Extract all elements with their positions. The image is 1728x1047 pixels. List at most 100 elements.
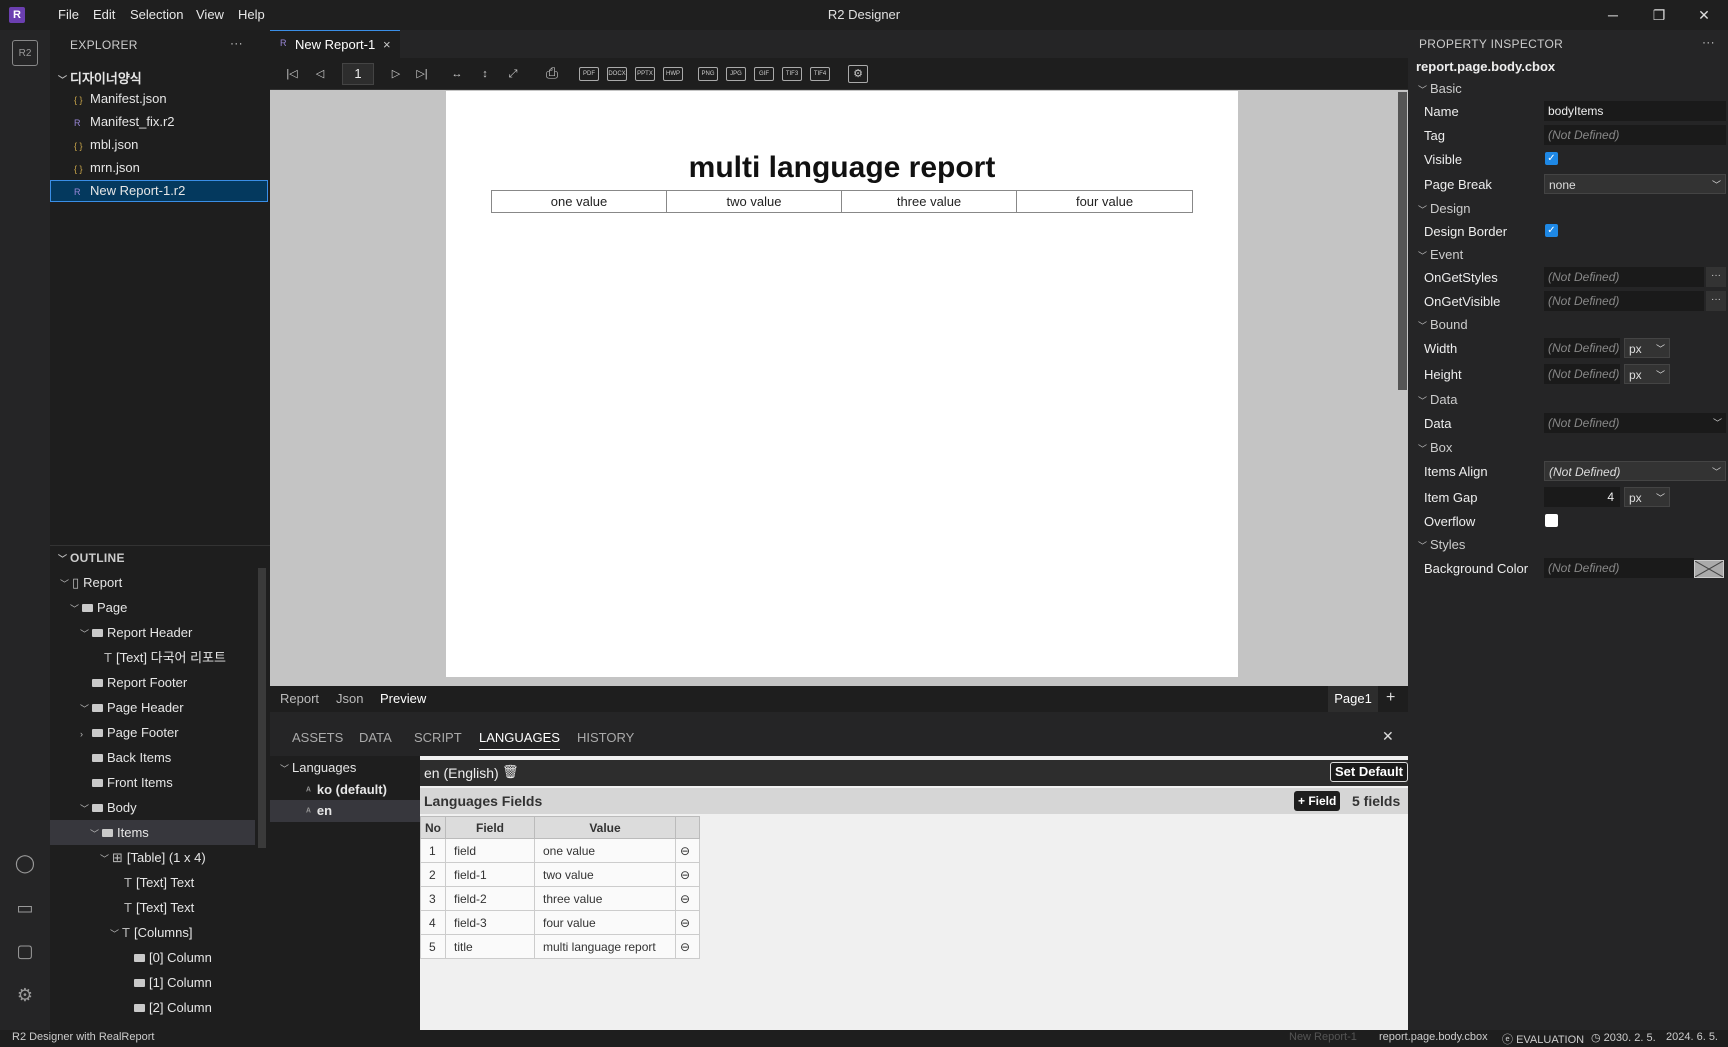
first-page-icon[interactable]: |◁ [284,64,300,84]
section-box[interactable]: ﹀ Box [1418,440,1452,460]
fit-height-icon[interactable]: ↕ [476,64,494,84]
inspector-more-icon[interactable]: ··· [1702,35,1715,49]
value-cell[interactable]: one value [534,838,676,863]
section-basic[interactable]: ﹀ Basic [1418,81,1462,101]
outline-item-selected[interactable]: ﹀ Items [50,820,255,845]
languages-root[interactable]: ﹀ Languages [280,760,356,775]
tab-history[interactable]: HISTORY [577,730,634,745]
table-row[interactable]: 2 field-1 two value ⊖ [420,862,700,887]
table-row[interactable]: 1 field one value ⊖ [420,838,700,863]
section-event[interactable]: ﹀ Event [1418,247,1463,267]
file-item[interactable]: { } Manifest.json [74,91,167,106]
remove-row-icon[interactable]: ⊖ [675,862,700,887]
tab-data[interactable]: DATA [359,730,392,745]
tab-page1[interactable]: Page1 [1328,686,1378,712]
table-row[interactable]: 3 field-2 three value ⊖ [420,886,700,911]
last-page-icon[interactable]: ▷| [412,64,432,84]
close-window-icon[interactable]: ✕ [1692,4,1716,26]
outline-item[interactable]: Front Items [50,770,255,795]
export-pdf-icon[interactable]: PDF [579,67,599,81]
export-tif3-icon[interactable]: TIF3 [782,67,802,81]
settings-icon[interactable]: ⚙ [848,65,868,83]
width-input[interactable]: (Not Defined) [1544,338,1620,358]
outline-item[interactable]: ﹀ Page Header [50,695,255,720]
outline-item[interactable]: T [Text] Text [50,895,255,920]
ongetstyles-input[interactable]: (Not Defined) [1544,267,1704,287]
height-input[interactable]: (Not Defined) [1544,364,1620,384]
ongetvisible-edit-button[interactable]: ··· [1706,291,1726,311]
gear-icon[interactable]: ⚙ [12,982,38,1008]
outline-item[interactable]: [2] Column [50,995,255,1020]
file-item[interactable]: R Manifest_fix.r2 [74,114,175,129]
next-page-icon[interactable]: ▷ [388,64,404,84]
outline-item[interactable]: › Page Footer [50,720,255,745]
field-cell[interactable]: title [445,934,535,959]
package-icon[interactable]: ▭ [12,895,38,921]
overflow-checkbox[interactable] [1545,514,1558,527]
value-cell[interactable]: three value [534,886,676,911]
outline-item[interactable]: [1] Column [50,970,255,995]
section-styles[interactable]: ﹀ Styles [1418,537,1465,557]
remove-row-icon[interactable]: ⊖ [675,838,700,863]
section-design[interactable]: ﹀ Design [1418,201,1470,221]
set-default-button[interactable]: Set Default [1330,762,1408,782]
explorer-folder[interactable]: ﹀ 디자이너양식 [58,68,142,87]
ongetstyles-edit-button[interactable]: ··· [1706,267,1726,287]
tab-script[interactable]: SCRIPT [414,730,462,745]
export-docx-icon[interactable]: DOCX [607,67,627,81]
restore-icon[interactable]: ❐ [1647,4,1671,26]
tab-json[interactable]: Json [336,691,363,706]
export-hwp-icon[interactable]: HWP [663,67,683,81]
value-cell[interactable]: multi language report [534,934,676,959]
file-item[interactable]: { } mrn.json [74,160,140,175]
outline-scrollbar[interactable] [258,568,266,848]
chat-icon[interactable]: ▢ [12,938,38,964]
tab-preview[interactable]: Preview [380,691,426,706]
ongetvisible-input[interactable]: (Not Defined) [1544,291,1704,311]
remove-row-icon[interactable]: ⊖ [675,934,700,959]
visible-checkbox[interactable]: ✓ [1545,152,1558,165]
minimize-icon[interactable]: ─ [1601,4,1625,26]
field-cell[interactable]: field [445,838,535,863]
data-select[interactable]: (Not Defined) ﹀ [1544,413,1726,433]
page-break-select[interactable]: none ﹀ [1544,174,1726,194]
value-cell[interactable]: four value [534,910,676,935]
field-cell[interactable]: field-3 [445,910,535,935]
export-pptx-icon[interactable]: PPTX [635,67,655,81]
width-unit-select[interactable]: px ﹀ [1624,338,1670,358]
editor-tab[interactable]: R New Report-1 × [270,30,400,58]
language-item-en[interactable]: ᴬ en [270,800,420,822]
outline-item[interactable]: ﹀ Page [50,595,255,620]
add-page-icon[interactable]: + [1386,689,1395,707]
section-bound[interactable]: ﹀ Bound [1418,317,1468,337]
outline-item[interactable]: Report Footer [50,670,255,695]
fit-width-icon[interactable]: ↔ [448,64,466,84]
print-icon[interactable]: ⎙ [542,64,562,84]
export-gif-icon[interactable]: GIF [754,67,774,81]
items-align-select[interactable]: (Not Defined) ﹀ [1544,461,1726,481]
outline-item[interactable]: ﹀ ⊞ [Table] (1 x 4) [50,845,255,870]
export-tif4-icon[interactable]: TIF4 [810,67,830,81]
editor-scrollbar[interactable] [1398,92,1407,390]
language-item-ko[interactable]: ᴬ ko (default) [306,782,387,797]
value-cell[interactable]: two value [534,862,676,887]
tab-report[interactable]: Report [280,691,319,706]
section-data[interactable]: ﹀ Data [1418,392,1457,412]
outline-item[interactable]: ﹀ Body [50,795,255,820]
color-swatch-icon[interactable] [1694,560,1724,578]
table-row[interactable]: 4 field-3 four value ⊖ [420,910,700,935]
height-unit-select[interactable]: px ﹀ [1624,364,1670,384]
outline-item[interactable]: T [Text] Text [50,870,255,895]
design-border-checkbox[interactable]: ✓ [1545,224,1558,237]
trash-icon[interactable]: 🗑 [502,764,519,780]
r2-explorer-icon[interactable]: R2 [12,40,38,66]
file-item[interactable]: { } mbl.json [74,137,138,152]
add-field-button[interactable]: + Field [1294,791,1341,811]
export-png-icon[interactable]: PNG [698,67,718,81]
outline-item[interactable]: Back Items [50,745,255,770]
item-gap-input[interactable]: 4 [1544,487,1620,507]
export-jpg-icon[interactable]: JPG [726,67,746,81]
fit-page-icon[interactable]: ⤢ [504,64,522,84]
prev-page-icon[interactable]: ◁ [312,64,328,84]
outline-item[interactable]: ﹀ ▯ Report [50,570,255,595]
